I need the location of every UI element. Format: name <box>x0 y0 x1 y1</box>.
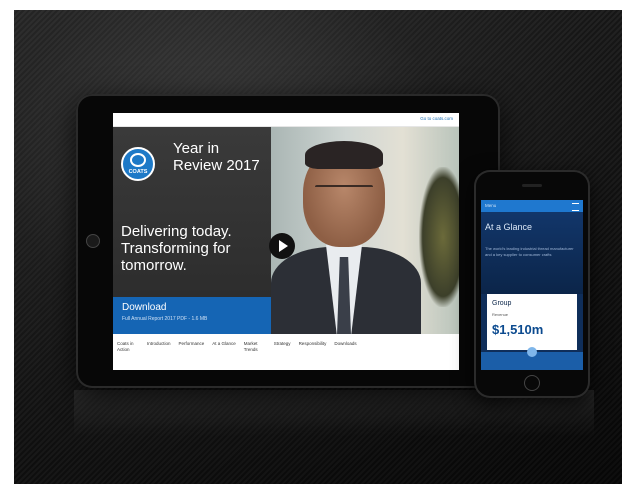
download-title: Download <box>122 302 167 313</box>
nav-item-downloads[interactable]: Downloads <box>334 341 356 370</box>
download-subtitle: Full Annual Report 2017 PDF - 1.6 MB <box>122 316 208 322</box>
logo-text: COATS <box>128 169 148 175</box>
phone-footer <box>481 347 583 370</box>
play-button[interactable] <box>269 233 295 259</box>
nav-item-coats-in-action[interactable]: Coats in Action <box>117 341 139 370</box>
background-stage: Go to coats.com COATS Year in Review 201… <box>14 10 622 484</box>
hero-title: Year in Review 2017 <box>173 140 260 174</box>
card-value: $1,510m <box>492 322 544 337</box>
background-plant <box>419 167 459 307</box>
hero-tagline: Delivering today. Transforming for tomor… <box>121 223 232 274</box>
presenter-hair <box>305 141 383 169</box>
phone-device: Menu At a Glance The world's leading ind… <box>474 170 590 398</box>
nav-item-responsibility[interactable]: Responsibility <box>299 341 327 370</box>
presenter-glasses <box>315 185 373 199</box>
tablet-top-bar: Go to coats.com <box>113 113 459 127</box>
nav-item-performance[interactable]: Performance <box>179 341 205 370</box>
card-heading: Group <box>492 300 512 307</box>
phone-title: At a Glance <box>485 222 533 232</box>
logo-ring-icon <box>130 153 146 167</box>
download-button[interactable]: Download Full Annual Report 2017 PDF - 1… <box>113 297 271 334</box>
phone-home-button <box>524 375 540 391</box>
revenue-card: Group Revenue $1,510m <box>487 294 577 350</box>
section-nav: Coats in Action Introduction Performance… <box>113 335 459 370</box>
phone-body-text: The world's leading industrial thread ma… <box>485 246 574 257</box>
hamburger-menu-icon[interactable] <box>572 203 579 211</box>
hero-left-panel: COATS Year in Review 2017 Delivering tod… <box>113 127 271 334</box>
phone-screen: Menu At a Glance The world's leading ind… <box>481 200 583 370</box>
nav-item-strategy[interactable]: Strategy <box>274 341 291 370</box>
play-icon <box>279 240 288 252</box>
nav-item-at-a-glance[interactable]: At a Glance <box>212 341 236 370</box>
phone-speaker <box>522 184 542 187</box>
coats-logo[interactable]: COATS <box>121 147 155 181</box>
phone-hero: At a Glance The world's leading industri… <box>481 212 583 294</box>
card-label: Revenue <box>492 312 509 317</box>
tablet-home-button <box>86 234 100 248</box>
scroll-indicator[interactable] <box>527 347 537 357</box>
tablet-screen: Go to coats.com COATS Year in Review 201… <box>113 113 459 370</box>
phone-top-bar: Menu <box>481 200 583 212</box>
nav-item-introduction[interactable]: Introduction <box>147 341 171 370</box>
tablet-device: Go to coats.com COATS Year in Review 201… <box>76 94 500 388</box>
go-to-coats-link[interactable]: Go to coats.com <box>420 116 453 121</box>
hero-section: COATS Year in Review 2017 Delivering tod… <box>113 127 459 334</box>
video-thumbnail[interactable] <box>271 127 459 334</box>
phone-menu-label[interactable]: Menu <box>485 203 496 208</box>
nav-item-market-trends[interactable]: Market Trends <box>244 341 266 370</box>
